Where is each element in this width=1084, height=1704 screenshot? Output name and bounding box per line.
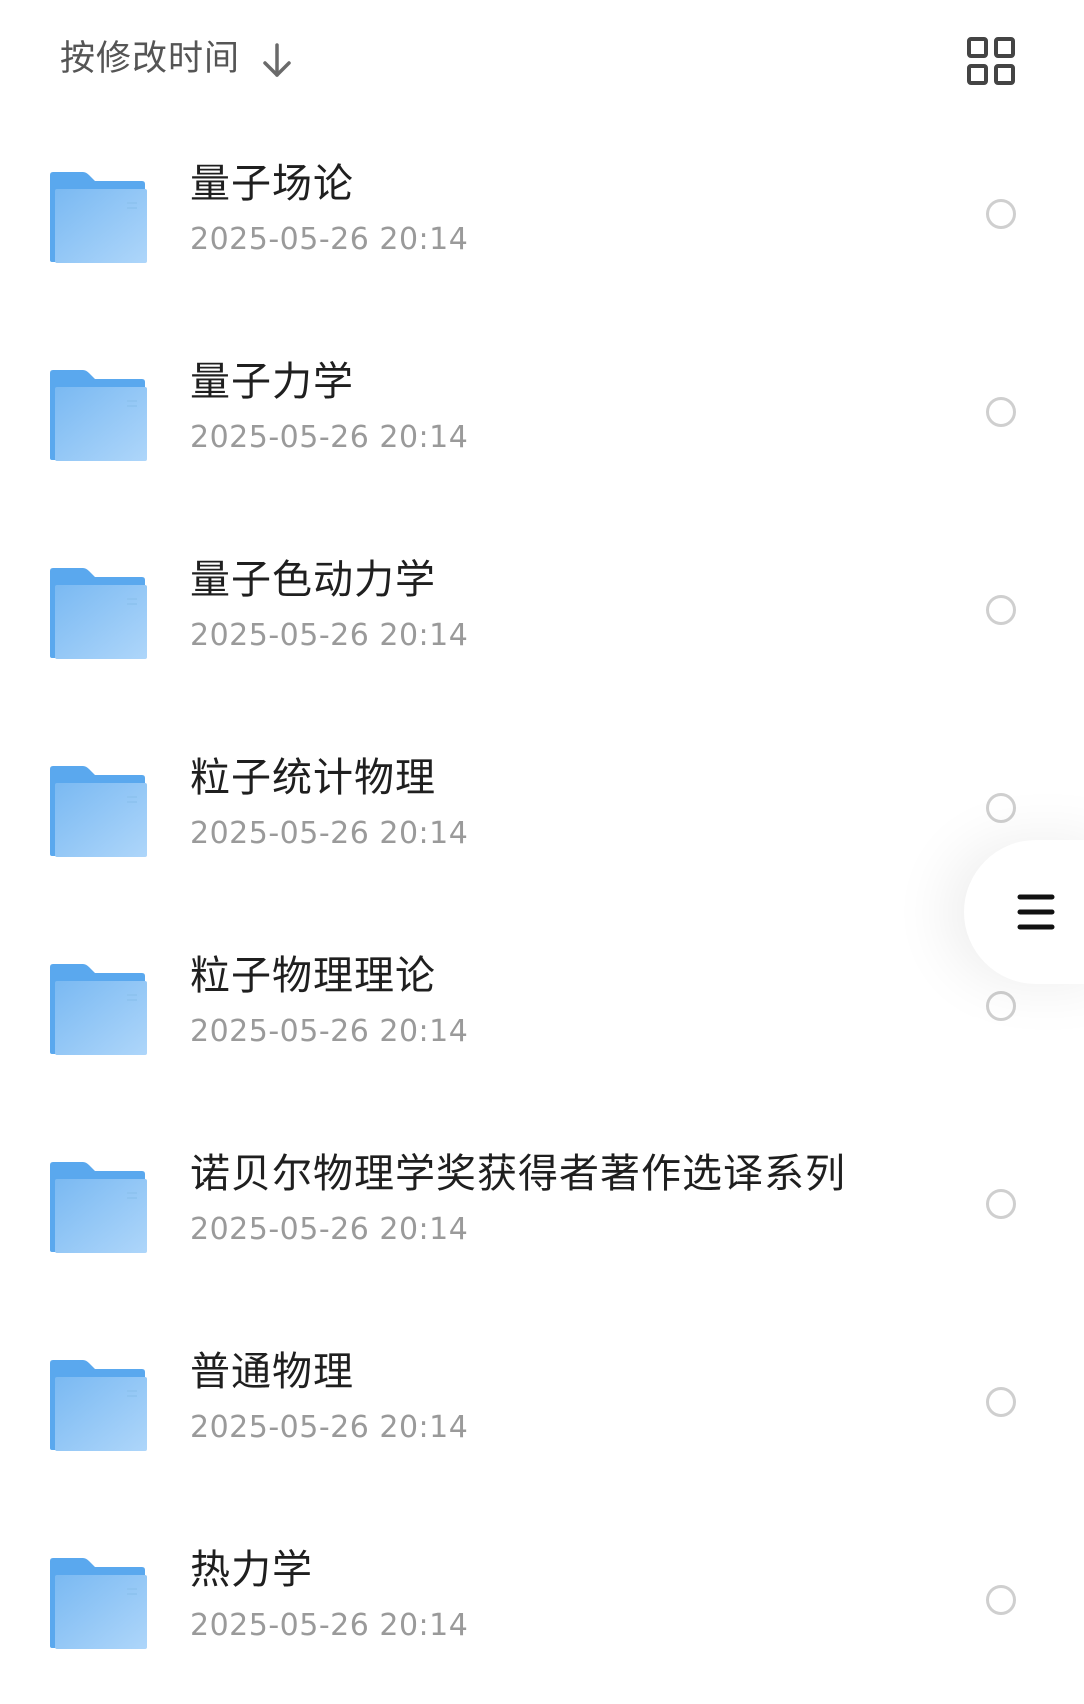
menu-icon[interactable] — [1017, 892, 1055, 932]
folder-name: 量子场论 — [190, 161, 354, 207]
folder-modified-date: 2025-05-26 20:14 — [190, 816, 469, 851]
toolbar: 按修改时间 — [0, 0, 1084, 120]
folder-row[interactable]: 粒子统计物理 2025-05-26 20:14 — [0, 714, 1084, 912]
folder-name: 热力学 — [190, 1547, 313, 1593]
sort-label[interactable]: 按修改时间 — [60, 36, 240, 82]
folder-row[interactable]: 普通物理 2025-05-26 20:14 — [0, 1308, 1084, 1506]
folder-row[interactable]: 量子场论 2025-05-26 20:14 — [0, 120, 1084, 318]
folder-icon — [50, 568, 147, 659]
folder-modified-date: 2025-05-26 20:14 — [190, 618, 469, 653]
select-radio[interactable] — [986, 793, 1016, 823]
folder-icon — [50, 1360, 147, 1451]
folder-name: 粒子物理理论 — [190, 953, 436, 999]
select-radio[interactable] — [986, 991, 1016, 1021]
folder-icon — [50, 172, 147, 263]
folder-list: 量子场论 2025-05-26 20:14 量子力学 2025-05-26 20… — [0, 120, 1084, 1704]
folder-row[interactable]: 量子色动力学 2025-05-26 20:14 — [0, 516, 1084, 714]
folder-name: 量子力学 — [190, 359, 354, 405]
folder-name: 诺贝尔物理学奖获得者著作选译系列 — [190, 1151, 846, 1197]
select-radio[interactable] — [986, 1387, 1016, 1417]
folder-row[interactable]: 诺贝尔物理学奖获得者著作选译系列 2025-05-26 20:14 — [0, 1110, 1084, 1308]
select-radio[interactable] — [986, 397, 1016, 427]
folder-modified-date: 2025-05-26 20:14 — [190, 222, 469, 257]
select-radio[interactable] — [986, 1189, 1016, 1219]
folder-row[interactable]: 热力学 2025-05-26 20:14 — [0, 1506, 1084, 1704]
folder-name: 普通物理 — [190, 1349, 354, 1395]
folder-icon — [50, 964, 147, 1055]
folder-row[interactable]: 粒子物理理论 2025-05-26 20:14 — [0, 912, 1084, 1110]
select-radio[interactable] — [986, 595, 1016, 625]
folder-name: 量子色动力学 — [190, 557, 436, 603]
folder-modified-date: 2025-05-26 20:14 — [190, 1608, 469, 1643]
folder-icon — [50, 1558, 147, 1649]
folder-icon — [50, 370, 147, 461]
folder-modified-date: 2025-05-26 20:14 — [190, 1212, 469, 1247]
folder-modified-date: 2025-05-26 20:14 — [190, 420, 469, 455]
folder-row[interactable]: 量子力学 2025-05-26 20:14 — [0, 318, 1084, 516]
folder-name: 粒子统计物理 — [190, 755, 436, 801]
select-radio[interactable] — [986, 1585, 1016, 1615]
grid-view-icon[interactable] — [966, 36, 1016, 86]
folder-modified-date: 2025-05-26 20:14 — [190, 1014, 469, 1049]
folder-modified-date: 2025-05-26 20:14 — [190, 1410, 469, 1445]
folder-icon — [50, 1162, 147, 1253]
select-radio[interactable] — [986, 199, 1016, 229]
arrow-down-icon[interactable] — [260, 42, 294, 80]
folder-icon — [50, 766, 147, 857]
